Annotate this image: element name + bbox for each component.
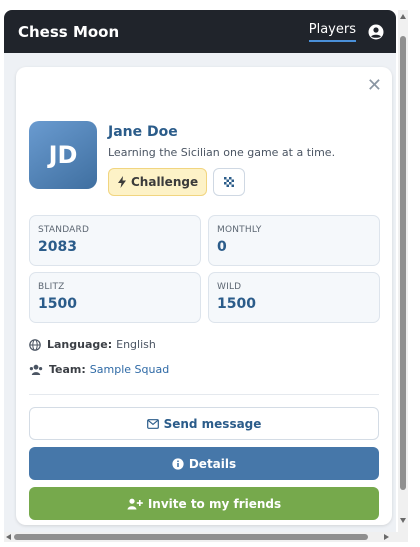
scroll-right-arrow[interactable]: [384, 534, 389, 540]
player-bio: Learning the Sicilian one game at a time…: [108, 146, 336, 159]
challenge-button[interactable]: Challenge: [108, 168, 208, 196]
globe-icon: [29, 338, 41, 351]
send-message-label: Send message: [163, 416, 262, 431]
scroll-left-arrow[interactable]: [6, 534, 11, 540]
stat-wild: WILD 1500: [208, 272, 380, 323]
horizontal-scrollbar-thumb[interactable]: [14, 534, 368, 540]
language-label: Language:: [47, 338, 113, 351]
stat-monthly: MONTHLY 0: [208, 215, 380, 266]
stat-label: MONTHLY: [217, 225, 262, 235]
language-value: English: [116, 338, 156, 351]
stat-label: STANDARD: [38, 225, 90, 235]
chessboard-button[interactable]: [213, 168, 246, 196]
app-window: Chess Moon Players ✕ JD Jane Doe Learnin…: [4, 10, 396, 532]
team-label: Team:: [49, 363, 86, 376]
stat-value: 1500: [217, 296, 256, 312]
profile-info: Jane Doe Learning the Sicilian one game …: [108, 121, 335, 196]
invite-label: Invite to my friends: [147, 496, 282, 511]
user-plus-icon: [127, 498, 143, 509]
close-icon[interactable]: ✕: [367, 77, 382, 95]
stat-standard: STANDARD 2083: [29, 215, 201, 266]
details-button[interactable]: Details: [29, 447, 379, 480]
info-circle-icon: [172, 457, 184, 470]
stat-label: BLITZ: [38, 282, 65, 292]
divider: [29, 394, 379, 395]
brand-title[interactable]: Chess Moon: [18, 23, 309, 41]
stat-blitz: BLITZ 1500: [29, 272, 201, 323]
stat-value: 2083: [38, 239, 77, 255]
invite-friends-button[interactable]: Invite to my friends: [29, 487, 379, 520]
users-icon: [29, 364, 43, 375]
user-circle-icon[interactable]: [368, 24, 384, 40]
avatar: JD: [29, 121, 97, 189]
scroll-up-arrow[interactable]: [400, 14, 406, 19]
top-navbar: Chess Moon Players: [4, 10, 396, 53]
nav-players-link[interactable]: Players: [308, 22, 356, 42]
bolt-icon: [118, 176, 126, 188]
profile-buttons: Challenge: [108, 168, 335, 196]
team-row: Team: Sample Squad: [29, 363, 169, 376]
profile-header: JD Jane Doe Learning the Sicilian one ga…: [29, 121, 379, 196]
language-row: Language: English: [29, 338, 156, 351]
rating-stats: STANDARD 2083 MONTHLY 0 BLITZ 1500 WILD …: [29, 215, 380, 323]
chessboard-icon: [224, 177, 235, 187]
player-profile-card: ✕ JD Jane Doe Learning the Sicilian one …: [16, 67, 392, 525]
challenge-label: Challenge: [131, 175, 199, 189]
stat-value: 1500: [38, 296, 77, 312]
stat-label: WILD: [217, 282, 242, 292]
team-link[interactable]: Sample Squad: [90, 363, 169, 376]
envelope-icon: [146, 418, 159, 429]
scroll-down-arrow[interactable]: [400, 518, 406, 523]
details-label: Details: [188, 456, 237, 471]
player-name: Jane Doe: [108, 124, 178, 140]
vertical-scrollbar-thumb[interactable]: [400, 36, 406, 490]
stat-value: 0: [217, 239, 227, 255]
send-message-button[interactable]: Send message: [29, 407, 379, 440]
